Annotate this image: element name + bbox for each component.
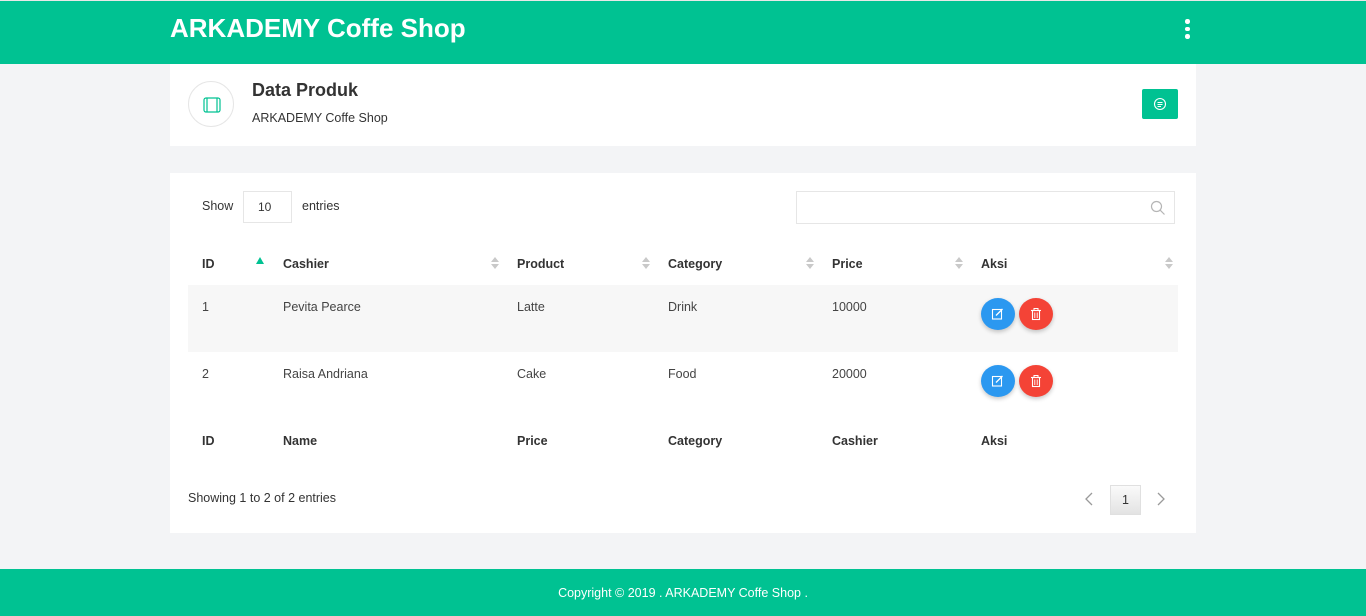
footer-column-category: Category — [668, 434, 723, 448]
sort-icon[interactable] — [642, 257, 650, 271]
sort-icon[interactable] — [806, 257, 814, 271]
footer-column-id: ID — [202, 434, 215, 448]
products-table-card: Show 10 entries ID Cashier Product Categ… — [170, 173, 1196, 533]
cell-id: 1 — [202, 300, 209, 314]
cell-price: 10000 — [832, 300, 867, 314]
page-length-select[interactable]: 10 — [243, 191, 292, 223]
sort-icon[interactable] — [955, 257, 963, 271]
column-header-price[interactable]: Price — [832, 257, 863, 271]
sort-icon[interactable] — [491, 257, 499, 271]
page-header: Data Produk ARKADEMY Coffe Shop — [170, 64, 1196, 146]
cell-category: Drink — [668, 300, 698, 314]
footer-column-aksi: Aksi — [981, 434, 1008, 448]
table-info: Showing 1 to 2 of 2 entries — [188, 491, 337, 505]
edit-icon — [991, 308, 1003, 320]
delete-button[interactable] — [1019, 365, 1053, 397]
copyright-text: Copyright © 2019 . ARKADEMY Coffe Shop . — [558, 586, 808, 600]
chevron-right-icon[interactable] — [1152, 491, 1168, 507]
show-label: Show — [202, 199, 234, 213]
column-header-category[interactable]: Category — [668, 257, 722, 271]
entries-label: entries — [302, 199, 340, 213]
chat-icon — [1153, 97, 1167, 111]
cell-product: Cake — [517, 367, 547, 381]
footer-column-cashier: Cashier — [832, 434, 878, 448]
cell-product: Latte — [517, 300, 545, 314]
page-title: Data Produk — [252, 80, 359, 100]
delete-button[interactable] — [1019, 298, 1053, 330]
top-navbar: ARKADEMY Coffe Shop — [0, 0, 1366, 64]
header-action-button[interactable] — [1142, 89, 1178, 119]
page-footer: Copyright © 2019 . ARKADEMY Coffe Shop . — [0, 569, 1366, 616]
trash-icon — [1031, 308, 1041, 321]
page-subtitle: ARKADEMY Coffe Shop — [252, 111, 388, 125]
cell-cashier: Pevita Pearce — [283, 300, 361, 314]
footer-column-name: Name — [283, 434, 318, 448]
sort-icon[interactable] — [1165, 257, 1173, 271]
edit-button[interactable] — [981, 298, 1015, 330]
page-button[interactable]: 1 — [1110, 485, 1141, 515]
cell-category: Food — [668, 367, 697, 381]
cell-cashier: Raisa Andriana — [283, 367, 368, 381]
column-header-aksi[interactable]: Aksi — [981, 257, 1007, 271]
trash-icon — [1031, 375, 1041, 388]
sort-ascending-icon[interactable] — [256, 257, 264, 264]
device-icon — [188, 81, 234, 127]
cell-id: 2 — [202, 367, 209, 381]
edit-button[interactable] — [981, 365, 1015, 397]
column-header-cashier[interactable]: Cashier — [283, 257, 329, 271]
brand-title[interactable]: ARKADEMY Coffe Shop — [170, 13, 466, 44]
search-icon — [1150, 200, 1165, 215]
column-header-id[interactable]: ID — [202, 257, 215, 271]
search-input[interactable] — [796, 191, 1175, 224]
column-header-product[interactable]: Product — [517, 257, 564, 271]
chevron-left-icon[interactable] — [1082, 491, 1098, 507]
footer-column-price: Price — [517, 434, 548, 448]
cell-price: 20000 — [832, 367, 867, 381]
kebab-menu-icon[interactable] — [1180, 18, 1194, 40]
edit-icon — [991, 375, 1003, 387]
